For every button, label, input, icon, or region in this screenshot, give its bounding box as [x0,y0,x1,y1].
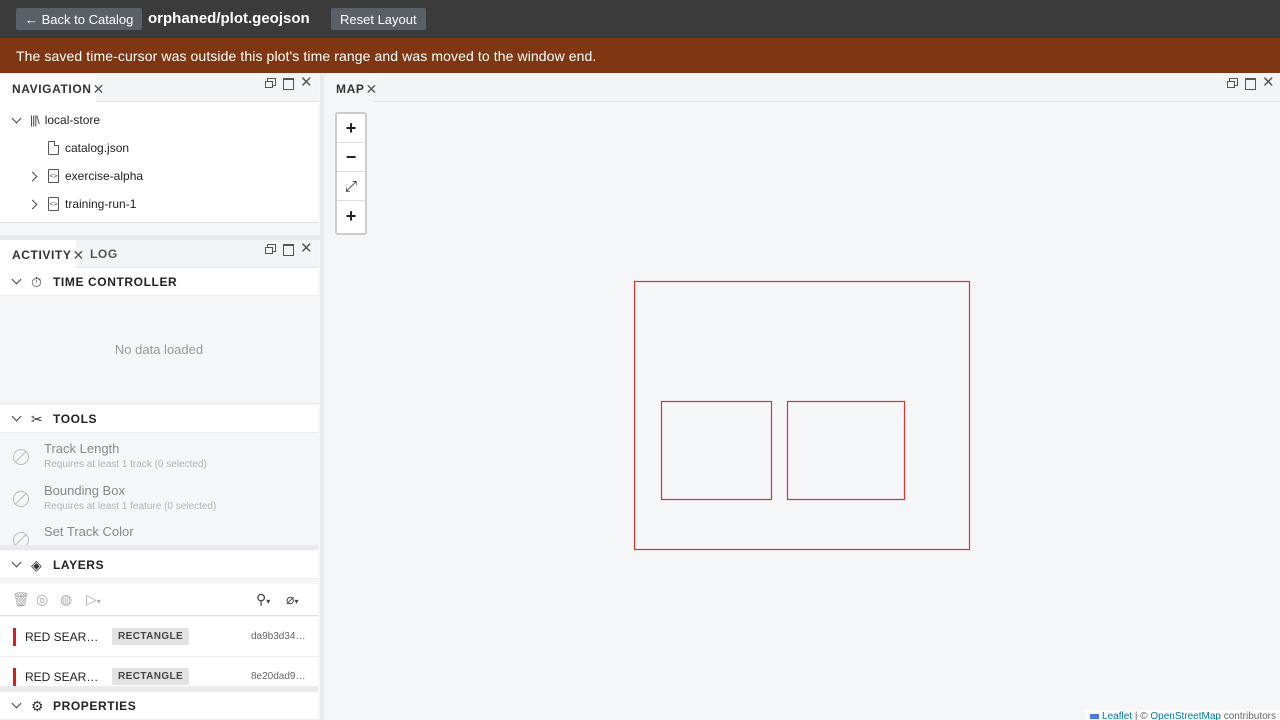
restore-icon[interactable] [1226,77,1238,89]
leaflet-flag-icon [1090,713,1100,719]
tool-set-track-color[interactable]: Set Track Color [0,520,318,545]
tool-track-length[interactable]: Track Length Requires at least 1 track (… [0,437,318,479]
gear-icon: ⚙ [31,698,45,714]
chevron-down-icon[interactable] [12,115,22,125]
tools-header[interactable]: ✂ TOOLS [0,405,318,433]
tab-log[interactable]: LOG [78,240,128,268]
no-data-text: No data loaded [114,342,204,357]
palette-icon[interactable]: ◍ [60,591,72,608]
tree-item-local-store[interactable]: |||\ local-store [12,106,100,134]
tree-item-training-run[interactable]: <> training-run-1 [29,190,136,218]
tools-list: Track Length Requires at least 1 track (… [0,433,318,545]
layers-icon: ◈ [31,557,43,573]
layer-item[interactable]: RED SEAR… RECTANGLE da9b3d34… [0,617,318,657]
tool-bounding-box[interactable]: Bounding Box Requires at least 1 feature… [0,479,318,521]
map-tabbar: MAP ✕ ✕ [324,74,1280,103]
close-icon[interactable]: ✕ [93,82,105,96]
chevron-down-icon[interactable] [12,559,22,569]
time-controller-header[interactable]: ⏱ TIME CONTROLLER [0,268,318,296]
code-file-icon: <> [48,197,59,211]
search-area-rectangle[interactable] [633,280,971,551]
maximize-icon[interactable] [1244,77,1256,90]
navigation-panel: NAVIGATION ✕ ✕ |||\ local-store catalog.j… [0,74,318,223]
close-icon[interactable]: ✕ [1262,75,1275,90]
map-canvas[interactable] [324,102,1280,720]
layers-toolbar: 🗑 ◎ ◍ ▷▾ ⚲▾ ⌀▾ [0,584,318,616]
layer-color-bar [13,628,16,646]
map-panel: MAP ✕ ✕ + − ⤢ + Leaflet | © OpenStreetMap… [324,74,1280,720]
chevron-right-icon[interactable] [29,199,39,209]
chevron-right-icon[interactable] [29,171,39,181]
layer-color-bar [13,668,16,686]
warning-message: The saved time-cursor was outside this p… [16,47,597,64]
tools-splitter[interactable] [0,545,318,550]
disabled-icon [13,449,29,465]
chevron-down-icon[interactable] [12,276,22,286]
activity-tabbar: ACTIVITY ✕ LOG ✕ [0,240,318,269]
map-attribution: Leaflet | © OpenStreetMap contributors [1086,710,1280,720]
navigation-window-controls: ✕ [264,75,313,90]
disabled-icon [13,532,29,545]
layer-item[interactable]: RED SEAR… RECTANGLE 8e20dad9… [0,657,318,687]
properties-header[interactable]: ⚙ PROPERTIES [0,692,318,720]
time-controller-body: No data loaded [0,296,318,404]
restore-icon[interactable] [264,77,276,89]
attach-icon[interactable]: ⌀▾ [286,591,298,608]
stopwatch-icon: ⏱ [31,274,43,290]
tab-map[interactable]: MAP ✕ [324,74,377,103]
file-icon [48,141,59,155]
layer-type-badge: RECTANGLE [112,628,190,645]
maximize-icon[interactable] [282,243,294,256]
chevron-down-icon[interactable] [12,413,22,423]
map-window-controls: ✕ [1226,75,1275,90]
tab-navigation[interactable]: NAVIGATION ✕ [0,74,104,103]
top-bar: ← Back to Catalog orphaned/plot.geojson … [0,0,1280,38]
activity-panel: ACTIVITY ✕ LOG ✕ ⏱ TIME CONTROLLER No dat… [0,240,320,720]
file-title: orphaned/plot.geojson [148,10,310,27]
chevron-down-icon[interactable] [12,700,22,710]
layer-type-badge: RECTANGLE [112,668,190,685]
osm-link[interactable]: OpenStreetMap [1150,711,1221,720]
search-area-rectangle[interactable] [660,400,773,501]
eye-off-icon[interactable]: ◎ [36,591,48,608]
tab-activity[interactable]: ACTIVITY ✕ [0,240,84,269]
disabled-icon [13,491,29,507]
code-file-icon: <> [48,169,59,183]
layers-header[interactable]: ◈ LAYERS [0,551,318,579]
warning-banner: The saved time-cursor was outside this p… [0,38,1280,73]
tools-icon: ✂ [31,411,44,427]
navigation-tabbar: NAVIGATION ✕ ✕ [0,74,318,103]
tree-item-exercise-alpha[interactable]: <> exercise-alpha [29,162,143,190]
close-icon[interactable]: ✕ [365,82,377,96]
maximize-icon[interactable] [282,77,294,90]
close-icon[interactable]: ✕ [300,75,313,90]
back-to-catalog-button[interactable]: ← Back to Catalog [16,8,143,30]
search-icon[interactable]: ⚲▾ [256,591,270,608]
leaflet-link[interactable]: Leaflet [1102,711,1132,720]
restore-icon[interactable] [264,243,276,255]
close-icon[interactable]: ✕ [300,241,313,256]
tree-item-catalog[interactable]: catalog.json [48,134,129,162]
trash-icon[interactable]: 🗑 [12,591,30,608]
play-icon[interactable]: ▷▾ [86,591,101,608]
reset-layout-button[interactable]: Reset Layout [331,8,426,30]
library-icon: |||\ [30,113,40,127]
activity-window-controls: ✕ [264,241,313,256]
search-area-rectangle[interactable] [786,400,906,501]
